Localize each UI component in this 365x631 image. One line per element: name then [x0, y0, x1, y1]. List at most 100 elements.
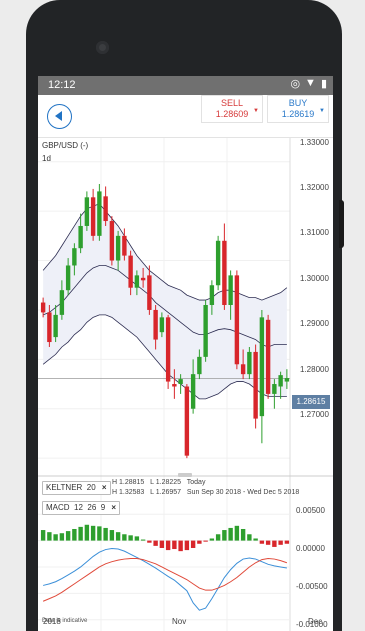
candle-body [84, 197, 90, 226]
macd-chip[interactable]: MACD 12 26 9 × [42, 501, 121, 515]
macd-histogram-bar [184, 540, 190, 551]
keltner-label: KELTNER [46, 483, 83, 492]
panel-resize-handle [178, 473, 192, 477]
candle-body [140, 277, 146, 281]
macd-histogram-bar [140, 539, 146, 541]
candle-body [134, 275, 140, 288]
candle-body [165, 317, 171, 382]
price-tick: 1.29000 [300, 319, 329, 328]
macd-histogram-bar [228, 527, 233, 541]
macd-histogram-bar [84, 524, 90, 541]
back-button[interactable] [47, 104, 72, 129]
status-bar: 12:12 ◎ ▼ ▮ [38, 76, 333, 95]
candle-body [153, 309, 158, 340]
candle-body [184, 386, 190, 456]
macd-slow: 26 [87, 503, 97, 512]
candle-body [253, 351, 258, 419]
keltner-chip[interactable]: KELTNER 20 × [42, 481, 111, 495]
macd-histogram-bar [47, 532, 52, 541]
macd-histogram-bar [247, 534, 252, 541]
macd-histogram-bar [240, 528, 246, 541]
trade-toolbar: SELL 1.28609 ▼ BUY 1.28619 ▼ [38, 95, 333, 138]
battery-icon: ▮ [320, 78, 327, 90]
macd-histogram-bar [78, 526, 83, 541]
macd-histogram-bar [259, 540, 265, 544]
macd-histogram-bar [59, 533, 65, 541]
macd-histogram-bar [265, 540, 271, 545]
macd-histogram-bar [103, 527, 108, 541]
macd-histogram-bar [153, 540, 158, 546]
candle-body [178, 379, 183, 385]
candle-body [203, 305, 208, 357]
macd-fast: 12 [74, 503, 83, 512]
macd-histogram-bar [222, 530, 227, 541]
macd-histogram-bar [178, 540, 183, 552]
symbol-label: GBP/USD (-) [42, 141, 89, 150]
macd-histogram-bar [234, 525, 240, 541]
status-time: 12:12 [48, 79, 76, 91]
macd-histogram-bar [284, 540, 290, 544]
range-low: L 1.26957 [150, 489, 182, 496]
candle-body [128, 255, 133, 288]
range-dates: Sun Sep 30 2018 - Wed Dec 5 2018 [186, 489, 300, 496]
candle-body [109, 221, 115, 261]
candle-body [247, 351, 252, 375]
ohlc-high: H 1.28815 [112, 479, 145, 486]
macd-histogram-bar [203, 540, 208, 542]
candle-body [278, 375, 283, 387]
sell-button[interactable]: SELL 1.28609 ▼ [201, 95, 263, 123]
macd-histogram-bar [40, 530, 46, 541]
candle-body [97, 191, 102, 236]
x-tick: 2018 [43, 617, 61, 626]
candle-body [72, 248, 77, 266]
candle-body [103, 196, 108, 222]
candle-body [90, 197, 96, 236]
candle-body [215, 240, 221, 286]
chart-area[interactable]: GBP/USD (-) 1d 1.33000 1.32000 1.31000 1… [38, 138, 333, 631]
candle-body [240, 364, 246, 375]
macd-histogram-bar [159, 540, 165, 548]
macd-tick: -0.00500 [296, 582, 328, 591]
price-tick: 1.32000 [300, 183, 329, 192]
macd-histogram-bar [278, 540, 283, 545]
x-tick: Dec [308, 617, 323, 626]
price-tick: 1.28000 [300, 365, 329, 374]
macd-histogram-bar [65, 531, 71, 541]
ohlc-date: Today [186, 479, 206, 486]
macd-histogram-bar [197, 540, 202, 544]
keltner-close-icon[interactable]: × [102, 483, 107, 492]
buy-caret-icon: ▼ [319, 108, 325, 114]
candle-body [228, 275, 233, 305]
candle-body [40, 302, 46, 313]
status-icons: ◎ ▼ ▮ [290, 77, 327, 90]
macd-histogram-bar [253, 538, 258, 541]
macd-histogram-bar [209, 538, 215, 541]
candle-body [65, 265, 71, 291]
macd-histogram-bar [147, 540, 152, 543]
price-tick: 1.31000 [300, 228, 329, 237]
candle-body [122, 235, 127, 256]
candle-body [172, 384, 177, 387]
macd-histogram-bar [165, 540, 171, 551]
back-arrow-icon [55, 111, 62, 121]
timeframe-label[interactable]: 1d [42, 154, 51, 163]
candle-body [47, 312, 52, 343]
macd-close-icon[interactable]: × [111, 503, 116, 512]
candle-body [190, 374, 196, 409]
candle-body [209, 285, 215, 305]
macd-histogram-bar [172, 540, 177, 550]
macd-label: MACD [46, 503, 70, 512]
last-price-badge: 1.28615 [292, 395, 330, 409]
candle-body [265, 319, 271, 394]
macd-histogram-bar [97, 526, 102, 541]
price-chart[interactable] [38, 138, 333, 631]
candle-body [78, 225, 83, 249]
x-tick: Nov [172, 617, 187, 626]
candle-body [197, 356, 202, 375]
keltner-period: 20 [86, 483, 96, 492]
candle-body [115, 235, 121, 261]
ohlc-low: L 1.28225 [150, 479, 182, 486]
buy-button[interactable]: BUY 1.28619 ▼ [267, 95, 329, 123]
candle-body [222, 240, 227, 305]
candle-body [234, 275, 240, 365]
